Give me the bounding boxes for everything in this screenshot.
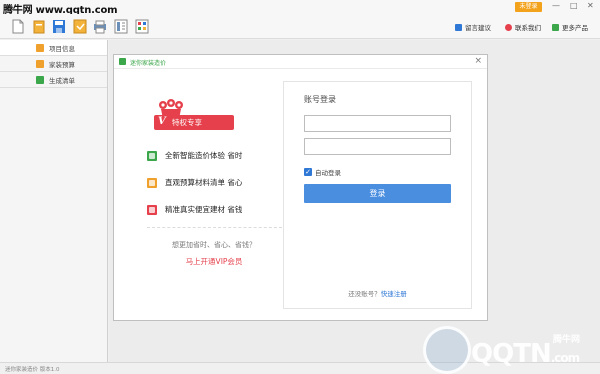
close-window-button[interactable]: ✕: [587, 1, 594, 11]
message-icon: [455, 23, 462, 31]
login-button[interactable]: 登录: [304, 184, 451, 203]
app-logo-icon: [119, 58, 126, 65]
maximize-button[interactable]: □: [570, 1, 578, 11]
budget-icon: [36, 60, 44, 68]
vip-v-mark: V: [158, 116, 166, 127]
login-dialog: 迷你家装造价 × 特权专享 V 全新智能造价体验 省时 直观预算材料清单 省心 …: [113, 54, 488, 321]
toolbar: 留言建议 联系我们 更多产品: [0, 14, 600, 39]
vip-banner: 特权专享: [154, 115, 234, 130]
sidebar: 项目信息 家装预算 生成清单: [0, 40, 108, 362]
more-products-link[interactable]: 更多产品: [552, 22, 588, 32]
feedback-link[interactable]: 留言建议: [455, 22, 491, 32]
login-panel: 账号登录 ✓ 自动登录 登录 还没账号？快速注册: [283, 81, 472, 309]
phone-icon: [505, 23, 512, 31]
vip-badge: 特权专享 V: [154, 99, 236, 131]
export-icon[interactable]: [114, 19, 128, 34]
register-prompt: 还没账号？快速注册: [348, 290, 407, 298]
save-as-icon[interactable]: [73, 19, 87, 34]
project-info-icon: [36, 44, 44, 52]
feature-item-worry: 直观预算材料清单 省心: [147, 177, 242, 188]
vip-label: 特权专享: [172, 118, 202, 127]
auto-login-checkbox[interactable]: ✓ 自动登录: [304, 167, 341, 177]
save-icon[interactable]: [52, 19, 66, 34]
sidebar-item-generate-list[interactable]: 生成清单: [0, 72, 107, 88]
watermark-cn: 腾牛网: [553, 335, 581, 345]
dialog-close-button[interactable]: ×: [474, 56, 482, 67]
title-bar: 腾牛网 www.qqtn.com 未登录 — □ ✕: [0, 0, 600, 16]
calculator-icon[interactable]: [135, 19, 149, 34]
feature-item-time: 全新智能造价体验 省时: [147, 150, 242, 161]
register-link[interactable]: 快速注册: [381, 290, 407, 298]
app-window: 腾牛网 www.qqtn.com 未登录 — □ ✕ 留言建议 联系我们 更多产…: [0, 0, 600, 374]
divider: [147, 227, 282, 228]
login-title: 账号登录: [304, 95, 336, 104]
list-icon: [147, 177, 157, 188]
generate-list-icon: [36, 76, 44, 84]
dialog-title-bar: 迷你家装造价 ×: [114, 55, 487, 69]
login-status-button[interactable]: 未登录: [515, 2, 542, 12]
feature-item-money: 精准真实便宜建材 省钱: [147, 204, 242, 215]
password-input[interactable]: [304, 138, 451, 155]
status-text: 迷你家装造价 版本1.0: [5, 367, 60, 373]
sidebar-item-project-info[interactable]: 项目信息: [0, 40, 107, 56]
more-products-icon: [552, 23, 559, 31]
minimize-button[interactable]: —: [552, 1, 560, 11]
leaf-icon: [147, 150, 157, 161]
new-file-icon[interactable]: [11, 19, 25, 34]
print-icon[interactable]: [93, 19, 107, 34]
yen-icon: [147, 204, 157, 215]
dialog-title: 迷你家装造价: [130, 60, 167, 67]
watermark-circle-icon: [423, 326, 471, 374]
checkmark-icon: ✓: [304, 168, 312, 176]
contact-us-link[interactable]: 联系我们: [505, 22, 541, 32]
site-watermark-logo: QQTN.com 腾牛网: [423, 326, 600, 374]
sidebar-item-budget[interactable]: 家装预算: [0, 56, 107, 72]
username-input[interactable]: [304, 115, 451, 132]
open-folder-icon[interactable]: [32, 19, 46, 34]
